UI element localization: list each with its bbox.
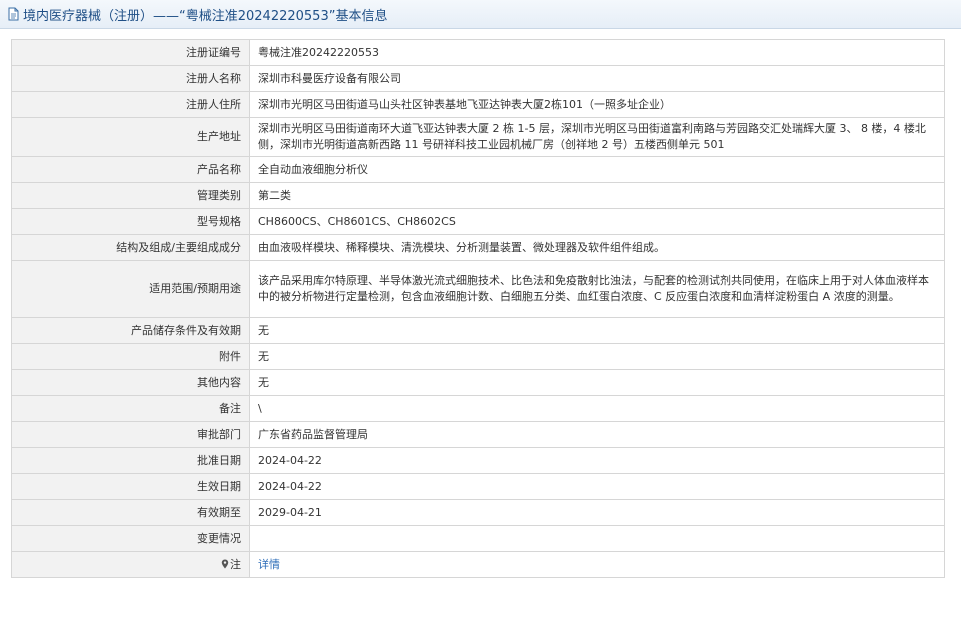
table-row: 注册证编号 粤械注准20242220553 — [11, 39, 945, 66]
row-value: 2029-04-21 — [249, 499, 945, 526]
row-label: 备注 — [11, 395, 250, 422]
row-label: 产品储存条件及有效期 — [11, 317, 250, 344]
note-value-cell: 详情 — [249, 551, 945, 578]
table-row: 变更情况 — [11, 525, 945, 552]
table-row: 型号规格 CH8600CS、CH8601CS、CH8602CS — [11, 208, 945, 235]
table-row: 生产地址 深圳市光明区马田街道南环大道飞亚达钟表大厦 2 栋 1-5 层，深圳市… — [11, 117, 945, 157]
row-value: 无 — [249, 343, 945, 370]
page-title-bar: 境内医疗器械（注册）——“粤械注准20242220553”基本信息 — [0, 0, 961, 29]
table-row: 附件 无 — [11, 343, 945, 370]
row-value: 深圳市光明区马田街道南环大道飞亚达钟表大厦 2 栋 1-5 层，深圳市光明区马田… — [249, 117, 945, 157]
row-label: 产品名称 — [11, 156, 250, 183]
table-row: 适用范围/预期用途 该产品采用库尔特原理、半导体激光流式细胞技术、比色法和免疫散… — [11, 260, 945, 318]
table-row: 管理类别 第二类 — [11, 182, 945, 209]
row-value: 全自动血液细胞分析仪 — [249, 156, 945, 183]
row-label: 注册人住所 — [11, 91, 250, 118]
note-label: 注 — [230, 557, 241, 571]
table-row: 结构及组成/主要组成成分 由血液吸样模块、稀释模块、清洗模块、分析测量装置、微处… — [11, 234, 945, 261]
row-label: 结构及组成/主要组成成分 — [11, 234, 250, 261]
detail-table: 注册证编号 粤械注准20242220553 注册人名称 深圳市科曼医疗设备有限公… — [11, 39, 945, 578]
row-label: 注册人名称 — [11, 65, 250, 92]
row-value: 2024-04-22 — [249, 473, 945, 500]
table-row: 有效期至 2029-04-21 — [11, 499, 945, 526]
row-value: 深圳市光明区马田街道马山头社区钟表基地飞亚达钟表大厦2栋101（一照多址企业） — [249, 91, 945, 118]
row-label: 有效期至 — [11, 499, 250, 526]
row-value: 粤械注准20242220553 — [249, 39, 945, 66]
table-row-note: 注 详情 — [11, 551, 945, 578]
row-value — [249, 525, 945, 552]
table-row: 注册人名称 深圳市科曼医疗设备有限公司 — [11, 65, 945, 92]
row-value: 由血液吸样模块、稀释模块、清洗模块、分析测量装置、微处理器及软件组件组成。 — [249, 234, 945, 261]
row-label: 批准日期 — [11, 447, 250, 474]
page-title: 境内医疗器械（注册）——“粤械注准20242220553”基本信息 — [23, 8, 388, 24]
row-label: 附件 — [11, 343, 250, 370]
row-value: 无 — [249, 317, 945, 344]
details-link[interactable]: 详情 — [258, 558, 280, 571]
table-row: 审批部门 广东省药品监督管理局 — [11, 421, 945, 448]
table-row: 产品储存条件及有效期 无 — [11, 317, 945, 344]
table-row: 生效日期 2024-04-22 — [11, 473, 945, 500]
table-row: 其他内容 无 — [11, 369, 945, 396]
row-label: 型号规格 — [11, 208, 250, 235]
row-label: 生产地址 — [11, 117, 250, 157]
row-value: 广东省药品监督管理局 — [249, 421, 945, 448]
row-label: 生效日期 — [11, 473, 250, 500]
table-row: 注册人住所 深圳市光明区马田街道马山头社区钟表基地飞亚达钟表大厦2栋101（一照… — [11, 91, 945, 118]
table-row: 产品名称 全自动血液细胞分析仪 — [11, 156, 945, 183]
row-value: 无 — [249, 369, 945, 396]
detail-table-container: 注册证编号 粤械注准20242220553 注册人名称 深圳市科曼医疗设备有限公… — [11, 39, 945, 578]
row-label: 其他内容 — [11, 369, 250, 396]
row-value: 2024-04-22 — [249, 447, 945, 474]
row-value: 第二类 — [249, 182, 945, 209]
table-row: 批准日期 2024-04-22 — [11, 447, 945, 474]
row-label: 管理类别 — [11, 182, 250, 209]
row-value: \ — [249, 395, 945, 422]
row-label: 注册证编号 — [11, 39, 250, 66]
row-label: 审批部门 — [11, 421, 250, 448]
location-pin-icon — [221, 559, 229, 568]
row-label: 适用范围/预期用途 — [11, 260, 250, 318]
table-row: 备注 \ — [11, 395, 945, 422]
row-value: 该产品采用库尔特原理、半导体激光流式细胞技术、比色法和免疫散射比浊法，与配套的检… — [249, 260, 945, 318]
document-icon — [8, 7, 19, 21]
note-label-cell: 注 — [11, 551, 250, 578]
row-label: 变更情况 — [11, 525, 250, 552]
row-value: CH8600CS、CH8601CS、CH8602CS — [249, 208, 945, 235]
row-value: 深圳市科曼医疗设备有限公司 — [249, 65, 945, 92]
